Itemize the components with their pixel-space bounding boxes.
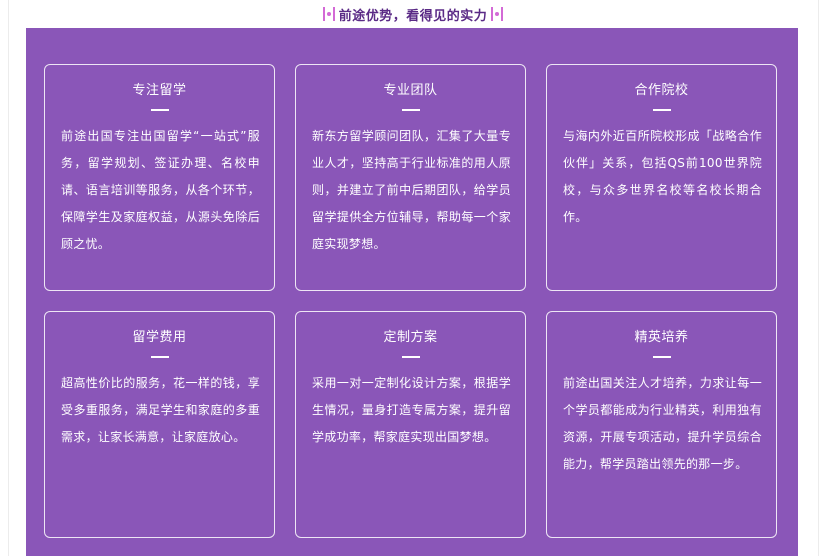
- card-custom-plan: 定制方案 采用一对一定制化设计方案，根据学生情况，量身打造专属方案，提升留学成功…: [295, 311, 526, 538]
- card-body: 前途出国专注出国留学“一站式”服务，留学规划、签证办理、名校申请、语言培训等服务…: [61, 129, 260, 251]
- card-body: 与海内外近百所院校形成「战略合作伙伴」关系，包括QS前100世界院校，与众多世界…: [563, 129, 762, 224]
- card-focus-study-abroad: 专注留学 前途出国专注出国留学“一站式”服务，留学规划、签证办理、名校申请、语言…: [44, 64, 275, 291]
- title-underline: [652, 356, 671, 358]
- page-border-left: [8, 0, 9, 556]
- card-elite-training: 精英培养 前途出国关注人才培养，力求让每一个学员都能成为行业精英，利用独有资源，…: [546, 311, 777, 538]
- card-partner-schools: 合作院校 与海内外近百所院校形成「战略合作伙伴」关系，包括QS前100世界院校，…: [546, 64, 777, 291]
- card-title: 定制方案: [383, 330, 438, 345]
- heading-ornament-right: [491, 7, 504, 21]
- title-underline: [652, 109, 671, 111]
- section-heading: 前途优势，看得见的实力: [0, 0, 826, 28]
- card-body: 超高性价比的服务，花一样的钱，享受多重服务，满足学生和家庭的多重需求，让家长满意…: [61, 376, 260, 444]
- card-study-cost: 留学费用 超高性价比的服务，花一样的钱，享受多重服务，满足学生和家庭的多重需求，…: [44, 311, 275, 538]
- title-underline: [150, 356, 169, 358]
- card-title: 留学费用: [132, 330, 187, 345]
- card-title: 专注留学: [132, 83, 187, 98]
- card-body: 前途出国关注人才培养，力求让每一个学员都能成为行业精英，利用独有资源，开展专项活…: [563, 376, 762, 471]
- page-border-right: [818, 0, 819, 556]
- advantages-panel: 专注留学 前途出国专注出国留学“一站式”服务，留学规划、签证办理、名校申请、语言…: [26, 28, 798, 556]
- card-title: 专业团队: [383, 83, 438, 98]
- card-title: 精英培养: [634, 330, 689, 345]
- title-underline: [401, 109, 420, 111]
- card-title: 合作院校: [634, 83, 689, 98]
- card-professional-team: 专业团队 新东方留学顾问团队，汇集了大量专业人才，坚持高于行业标准的用人原则，并…: [295, 64, 526, 291]
- card-body: 新东方留学顾问团队，汇集了大量专业人才，坚持高于行业标准的用人原则，并建立了前中…: [312, 129, 511, 251]
- title-underline: [401, 356, 420, 358]
- section-title: 前途优势，看得见的实力: [338, 8, 488, 24]
- card-body: 采用一对一定制化设计方案，根据学生情况，量身打造专属方案，提升留学成功率，帮家庭…: [312, 376, 511, 444]
- title-underline: [150, 109, 169, 111]
- heading-ornament-left: [322, 7, 335, 21]
